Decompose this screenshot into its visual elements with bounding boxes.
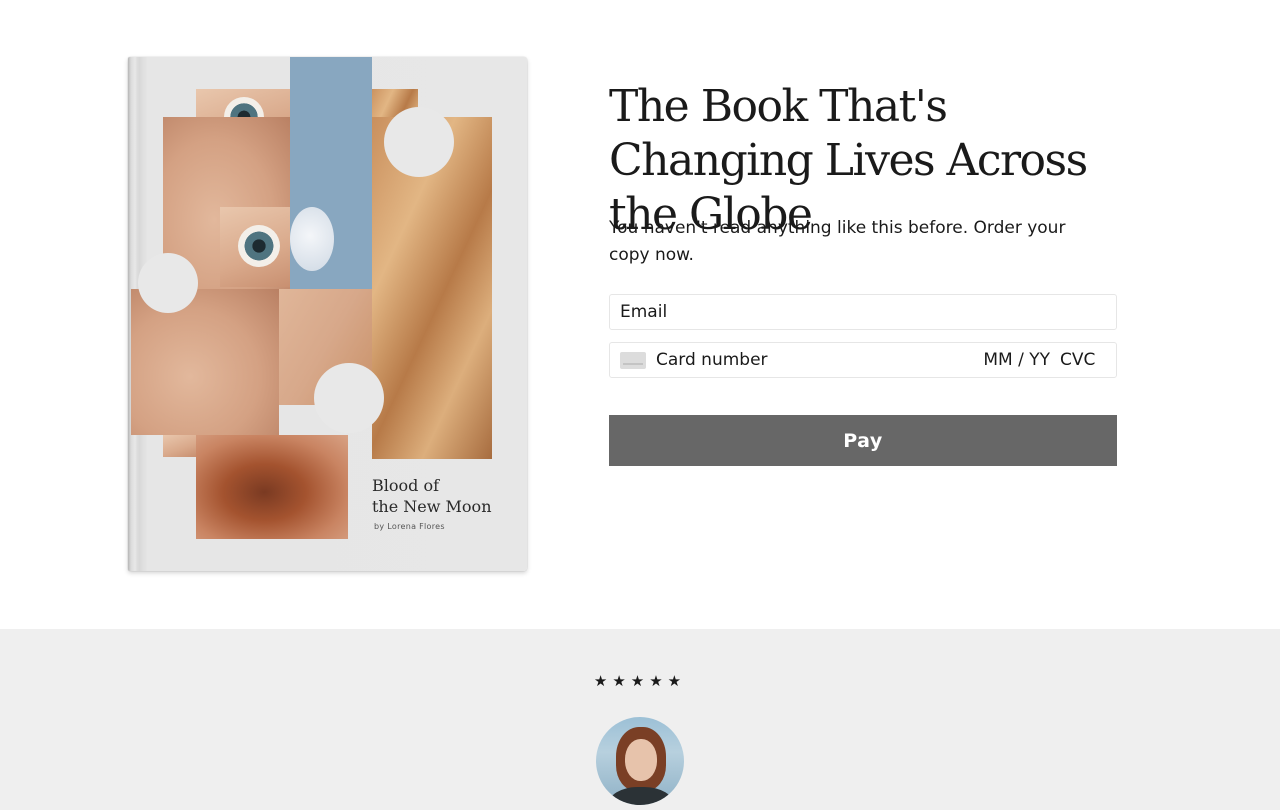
email-input[interactable] xyxy=(620,302,1106,322)
cover-collage-chin xyxy=(163,435,196,457)
page-subtext: You haven't read anything like this befo… xyxy=(609,218,1066,265)
testimonial-section: ★★★★★ xyxy=(0,629,1280,810)
cover-moon xyxy=(290,207,334,271)
cover-collage-blue-strip xyxy=(290,57,372,289)
cover-eye-middle xyxy=(238,225,280,267)
cover-circle-bottom xyxy=(314,363,384,433)
card-field[interactable]: Card number MM / YY CVC xyxy=(609,342,1117,378)
card-expiry-input[interactable]: MM / YY xyxy=(972,350,1050,370)
book-title: Blood of the New Moon xyxy=(372,475,492,517)
reviewer-avatar xyxy=(596,717,684,805)
book-author: by Lorena Flores xyxy=(374,522,445,531)
cover-circle-left xyxy=(138,253,198,313)
cover-collage-nose xyxy=(131,289,279,435)
rating-stars: ★★★★★ xyxy=(593,672,687,690)
email-field[interactable] xyxy=(609,294,1117,330)
card-cvc-input[interactable]: CVC xyxy=(1060,350,1106,370)
credit-card-icon xyxy=(620,351,646,369)
cover-circle-top xyxy=(384,107,454,177)
book-cover: Blood of the New Moon by Lorena Flores xyxy=(128,57,527,571)
cover-collage-lips xyxy=(196,435,348,539)
book-title-line-1: Blood of xyxy=(372,476,440,495)
avatar-face xyxy=(625,739,657,781)
pay-button[interactable]: Pay xyxy=(609,415,1117,466)
avatar-body xyxy=(608,787,674,805)
book-title-line-2: the New Moon xyxy=(372,497,492,516)
card-number-input[interactable]: Card number xyxy=(656,350,972,370)
cover-collage-eye-mid xyxy=(220,207,292,287)
